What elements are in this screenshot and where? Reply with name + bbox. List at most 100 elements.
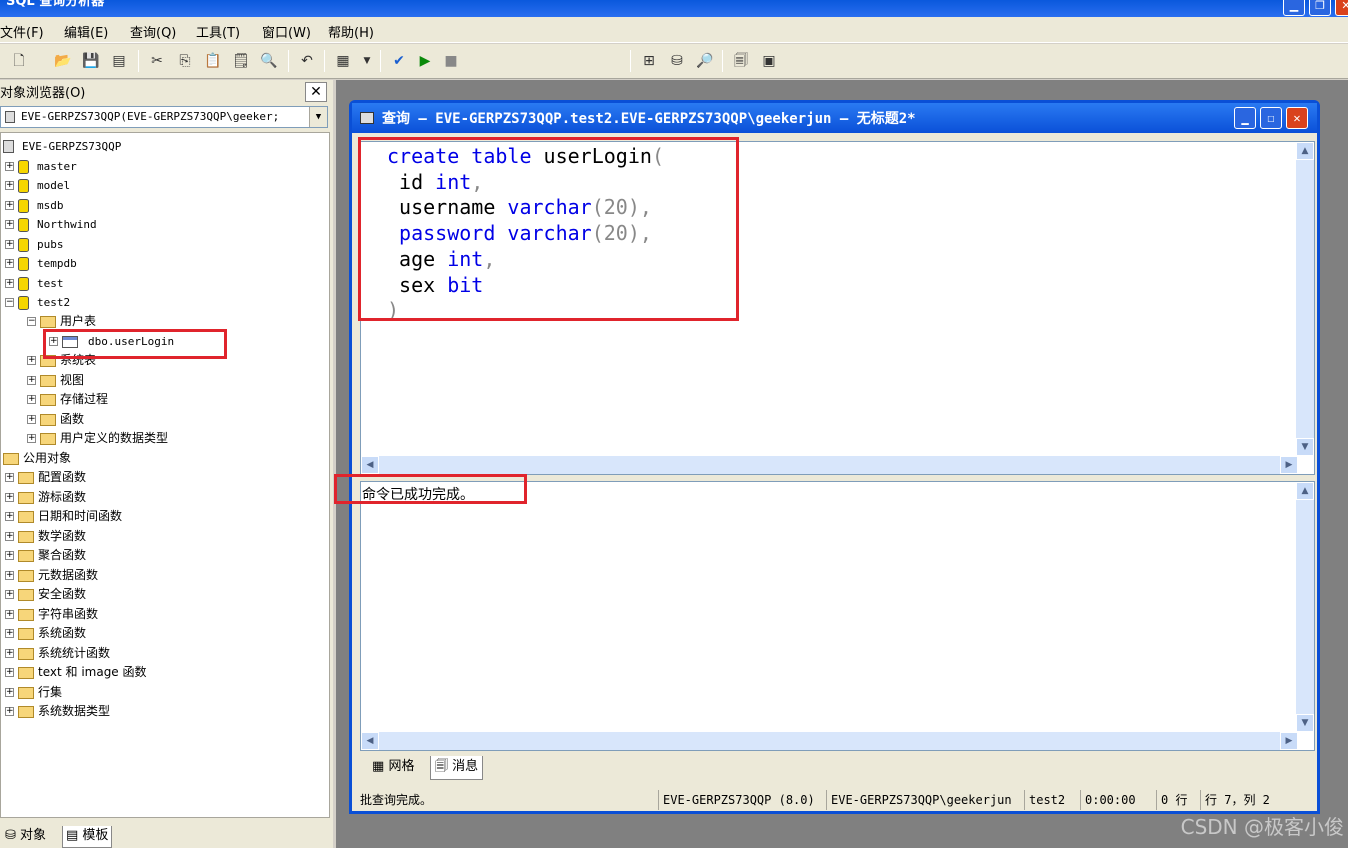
- cut-icon[interactable]: ✂: [146, 50, 168, 72]
- tree-db-tempdb[interactable]: + tempdb: [5, 254, 77, 272]
- save-icon[interactable]: 💾: [80, 50, 102, 72]
- results-mode-icon[interactable]: ▦: [332, 50, 354, 72]
- tab-objects[interactable]: ⛁ 对象: [2, 826, 49, 848]
- database-icon: [18, 237, 29, 252]
- tree-user-tables[interactable]: − 用户表: [27, 312, 96, 330]
- tree-db-msdb[interactable]: + msdb: [5, 196, 64, 214]
- tree-udt[interactable]: + 用户定义的数据类型: [27, 429, 168, 447]
- tree-public-item[interactable]: + 聚合函数: [5, 546, 86, 564]
- tree-public-objects[interactable]: 公用对象: [3, 449, 71, 467]
- tree-public-item[interactable]: + 字符串函数: [5, 605, 98, 623]
- status-server: EVE-GERPZS73QQP (8.0): [658, 790, 815, 810]
- scroll-up-icon[interactable]: ▲: [1296, 482, 1314, 500]
- folder-icon: [40, 413, 56, 426]
- paste-icon[interactable]: 📋: [202, 50, 224, 72]
- tree-db-test2[interactable]: − test2: [5, 293, 70, 311]
- tab-messages[interactable]: 🗐 消息: [430, 756, 484, 780]
- menu-file[interactable]: 文件(F): [0, 22, 44, 41]
- toolbar: 🗋 📂 💾 ▤ ✂ ⎘ 📋 🗒 🔍 ↶ ▦ ▼ ✔ ▶ ■ test2 ▼ ⊞ …: [0, 44, 1348, 116]
- folder-icon: [18, 705, 34, 718]
- clear-window-icon[interactable]: 🗒: [230, 50, 252, 72]
- database-icon: [18, 256, 29, 271]
- expand-icon: +: [5, 550, 14, 560]
- tree-views[interactable]: + 视图: [27, 371, 84, 389]
- execute-icon[interactable]: ▶: [414, 50, 436, 72]
- folder-icon: [40, 432, 56, 445]
- chevron-down-icon[interactable]: ▼: [309, 107, 327, 127]
- tree-db-test[interactable]: + test: [5, 274, 64, 292]
- open-icon[interactable]: 📂: [52, 50, 74, 72]
- stop-icon[interactable]: ■: [440, 50, 462, 72]
- tree-server-node[interactable]: EVE-GERPZS73QQP: [3, 137, 121, 155]
- tree-public-item[interactable]: + 配置函数: [5, 468, 86, 486]
- tree-public-item[interactable]: + 日期和时间函数: [5, 507, 122, 525]
- menu-edit[interactable]: 编辑(E): [64, 22, 108, 41]
- tree-public-item[interactable]: + 安全函数: [5, 585, 86, 603]
- tree-functions[interactable]: + 函数: [27, 410, 84, 428]
- menu-tools[interactable]: 工具(T): [196, 22, 240, 41]
- show-plan-icon[interactable]: ⊞: [638, 50, 660, 72]
- properties-icon[interactable]: 🗐: [730, 50, 752, 72]
- tree-public-item[interactable]: + 系统统计函数: [5, 644, 110, 662]
- insert-template-icon[interactable]: ▤: [108, 50, 130, 72]
- status-text: 批查询完成。: [360, 793, 433, 807]
- scroll-up-icon[interactable]: ▲: [1296, 142, 1314, 160]
- menu-window[interactable]: 窗口(W): [262, 22, 311, 41]
- tree-public-item[interactable]: + 行集: [5, 683, 62, 701]
- tree-db-pubs[interactable]: + pubs: [5, 235, 64, 253]
- tree-public-item[interactable]: + text 和 image 函数: [5, 663, 147, 681]
- tree-db-northwind[interactable]: + Northwind: [5, 215, 97, 233]
- results-tabs: ▦ 网格 🗐 消息: [360, 754, 1315, 780]
- close-button[interactable]: ✕: [1335, 0, 1348, 16]
- restore-button[interactable]: ❐: [1309, 0, 1331, 16]
- find-icon[interactable]: 🔍: [258, 50, 280, 72]
- folder-icon: [18, 471, 34, 484]
- close-icon[interactable]: ✕: [305, 82, 327, 102]
- object-browser-icon[interactable]: ⛁: [666, 50, 688, 72]
- scroll-down-icon[interactable]: ▼: [1296, 438, 1314, 456]
- scroll-down-icon[interactable]: ▼: [1296, 714, 1314, 732]
- copy-icon[interactable]: ⎘: [174, 50, 196, 72]
- tree-public-item[interactable]: + 游标函数: [5, 488, 86, 506]
- tree-stored-procs[interactable]: + 存储过程: [27, 390, 108, 408]
- results-horizontal-scrollbar[interactable]: ◀ ▶: [361, 732, 1298, 750]
- object-browser-tabs: ⛁ 对象 ▤ 模板: [0, 824, 330, 848]
- scroll-right-icon[interactable]: ▶: [1280, 456, 1298, 474]
- status-rows: 0 行: [1156, 790, 1187, 810]
- object-tree: EVE-GERPZS73QQP + master + model + msdb + No…: [0, 132, 330, 818]
- results-pane-icon[interactable]: ▣: [758, 50, 780, 72]
- close-button[interactable]: ✕: [1286, 107, 1308, 129]
- undo-icon[interactable]: ↶: [296, 50, 318, 72]
- tree-public-item[interactable]: + 数学函数: [5, 527, 86, 545]
- server-select[interactable]: EVE-GERPZS73QQP(EVE-GERPZS73QQP\geeker; …: [0, 106, 328, 128]
- tree-db-master[interactable]: + master: [5, 157, 77, 175]
- results-vertical-scrollbar[interactable]: ▲ ▼: [1296, 482, 1314, 732]
- scroll-right-icon[interactable]: ▶: [1280, 732, 1298, 750]
- minimize-button[interactable]: ▁: [1234, 107, 1256, 129]
- tree-public-item[interactable]: + 元数据函数: [5, 566, 98, 584]
- collapse-icon: −: [27, 316, 36, 326]
- folder-icon: [18, 608, 34, 621]
- tree-db-model[interactable]: + model: [5, 176, 70, 194]
- tab-templates[interactable]: ▤ 模板: [62, 826, 113, 848]
- menu-query[interactable]: 查询(Q): [130, 22, 176, 41]
- scroll-left-icon[interactable]: ◀: [361, 732, 379, 750]
- tab-grid[interactable]: ▦ 网格: [368, 756, 418, 780]
- editor-vertical-scrollbar[interactable]: ▲ ▼: [1296, 142, 1314, 456]
- menu-help[interactable]: 帮助(H): [328, 22, 374, 41]
- parse-check-icon[interactable]: ✔: [388, 50, 410, 72]
- editor-horizontal-scrollbar[interactable]: ◀ ▶: [361, 456, 1298, 474]
- maximize-button[interactable]: ☐: [1260, 107, 1282, 129]
- server-select-value: EVE-GERPZS73QQP(EVE-GERPZS73QQP\geeker;: [21, 110, 280, 123]
- chevron-down-icon[interactable]: ▼: [356, 50, 378, 72]
- query-icon: [360, 112, 374, 124]
- minimize-button[interactable]: ▁: [1283, 0, 1305, 16]
- tree-public-item[interactable]: + 系统数据类型: [5, 702, 110, 720]
- object-search-icon[interactable]: 🔎: [694, 50, 716, 72]
- query-window-title: 查询 — EVE-GERPZS73QQP.test2.EVE-GERPZS73Q…: [382, 111, 916, 127]
- folder-icon: [18, 530, 34, 543]
- expand-icon: +: [5, 492, 14, 502]
- new-query-icon[interactable]: 🗋: [8, 50, 30, 72]
- tree-public-item[interactable]: + 系统函数: [5, 624, 86, 642]
- scroll-left-icon[interactable]: ◀: [361, 456, 379, 474]
